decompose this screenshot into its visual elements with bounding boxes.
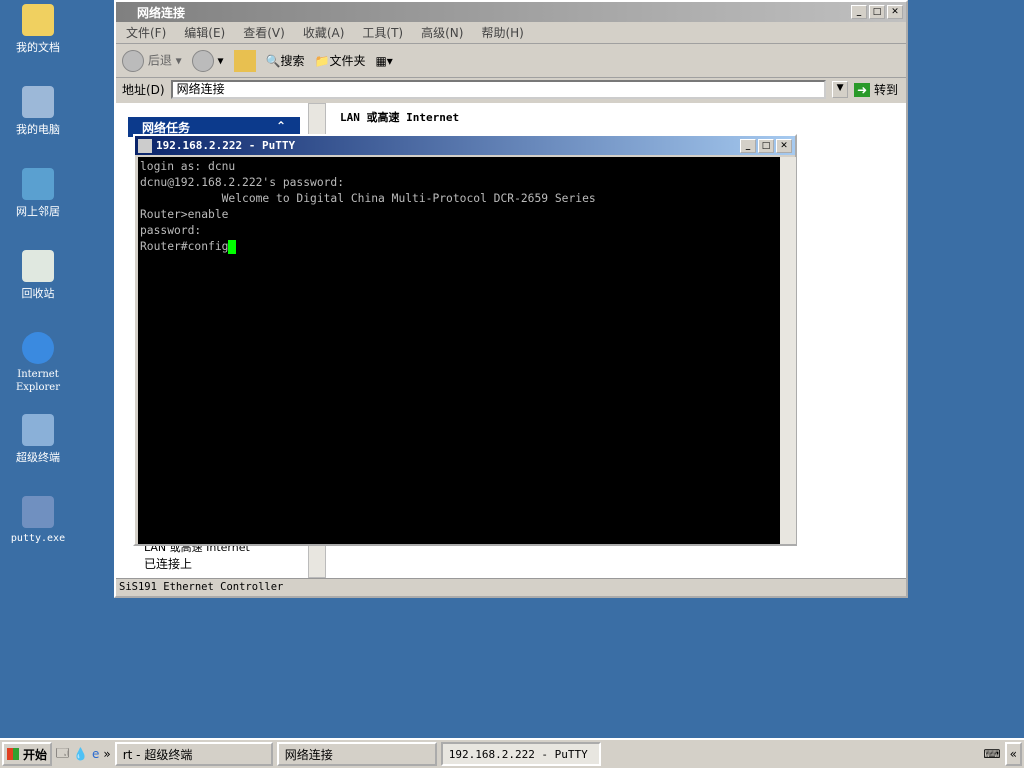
menu-edit[interactable]: 编辑(E) — [184, 24, 225, 41]
taskbar-item-hyperterminal[interactable]: rt - 超级终端 — [114, 742, 273, 766]
desktop-icon-network[interactable]: 网上邻居 — [4, 168, 72, 219]
terminal-prompt: Router#config — [140, 240, 229, 253]
window-title: 网络连接 — [137, 5, 186, 20]
terminal[interactable]: login as: dcnu dcnu@192.168.2.222's passw… — [138, 157, 780, 544]
go-button[interactable]: ➜ 转到 — [854, 81, 906, 98]
terminal-line: password: — [140, 224, 202, 237]
terminal-line: login as: dcnu — [140, 160, 236, 173]
dropdown-button[interactable]: ▼ — [832, 81, 849, 98]
quick-launch-ie-icon[interactable]: e — [92, 747, 99, 761]
label: Internet Explorer — [15, 369, 61, 393]
address-input[interactable]: 网络连接 — [170, 80, 827, 99]
window-title: 192.168.2.222 - PuTTY — [156, 139, 296, 152]
terminal-line: Welcome to Digital China Multi-Protocol … — [140, 192, 596, 205]
minimize-button[interactable]: _ — [740, 138, 756, 153]
desktop-icon-recycle-bin[interactable]: 回收站 — [4, 250, 72, 301]
recycle-bin-icon — [22, 250, 54, 282]
close-button[interactable]: ✕ — [776, 138, 792, 153]
cursor — [228, 240, 237, 254]
ie-icon — [22, 332, 54, 364]
network-icon — [22, 168, 54, 200]
views-button[interactable]: ▦▾ — [375, 54, 392, 68]
terminal-line: dcnu@192.168.2.222's password: — [140, 176, 345, 189]
menu-bar: 文件(F) 编辑(E) 查看(V) 收藏(A) 工具(T) 高级(N) 帮助(H) — [116, 22, 906, 44]
toolbar: 后退 ▾ ▾ 🔍搜索 📁文件夹 ▦▾ — [116, 44, 906, 78]
desktop-icon-putty[interactable]: putty.exe — [4, 496, 72, 544]
computer-icon — [22, 86, 54, 118]
folders-button[interactable]: 📁文件夹 — [315, 52, 366, 69]
keyboard-icon[interactable]: ⌨ — [983, 747, 1000, 761]
label: putty.exe — [10, 533, 66, 544]
terminal-line: Router>enable — [140, 208, 229, 221]
desktop-icon-ie[interactable]: Internet Explorer — [4, 332, 72, 393]
up-folder-icon[interactable] — [233, 49, 256, 72]
tray-expand-button[interactable]: « — [1004, 742, 1022, 766]
desktop-icon-hyperterminal[interactable]: 超级终端 — [4, 414, 72, 465]
putty-titlebar[interactable]: 192.168.2.222 - PuTTY _ □ ✕ — [135, 136, 795, 155]
quick-launch-icon[interactable]: 💧 — [73, 747, 88, 761]
maximize-button[interactable]: □ — [758, 138, 774, 153]
address-label: 地址(D) — [122, 83, 165, 97]
desktop-icon-my-computer[interactable]: 我的电脑 — [4, 86, 72, 137]
putty-icon — [138, 138, 152, 153]
minimize-button[interactable]: _ — [851, 5, 867, 19]
terminal-scrollbar[interactable] — [780, 157, 796, 544]
forward-arrow-icon — [191, 49, 214, 72]
putty-icon — [22, 496, 54, 528]
menu-favorites[interactable]: 收藏(A) — [303, 24, 345, 41]
menu-view[interactable]: 查看(V) — [243, 24, 285, 41]
menu-help[interactable]: 帮助(H) — [481, 24, 523, 41]
forward-button[interactable]: ▾ — [191, 49, 224, 72]
folder-icon — [22, 4, 54, 36]
explorer-titlebar[interactable]: 网络连接 _ □ ✕ — [116, 2, 906, 22]
maximize-button[interactable]: □ — [869, 5, 885, 19]
quick-launch-desktop-icon[interactable]: 🗔 — [56, 744, 69, 765]
status-bar: SiS191 Ethernet Controller — [116, 578, 906, 596]
desktop-icon-my-documents[interactable]: 我的文档 — [4, 4, 72, 55]
start-button[interactable]: 开始 — [2, 742, 53, 766]
back-arrow-icon — [122, 49, 144, 72]
taskbar-item-putty[interactable]: 192.168.2.222 - PuTTY — [440, 742, 601, 766]
menu-file[interactable]: 文件(F) — [126, 24, 166, 41]
putty-window: 192.168.2.222 - PuTTY _ □ ✕ login as: dcnu… — [133, 134, 797, 546]
label: 回收站 — [21, 287, 55, 300]
hyperterminal-icon — [22, 414, 54, 446]
address-bar: 地址(D) 网络连接 ▼ ➜ 转到 — [116, 78, 906, 101]
label: 超级终端 — [16, 451, 60, 464]
windows-logo-icon — [7, 748, 19, 760]
taskbar-item-network[interactable]: 网络连接 — [276, 742, 437, 766]
taskbar: 开始 🗔 💧 e » rt - 超级终端 网络连接 192.168.2.222 - … — [0, 738, 1024, 768]
label: 我的电脑 — [16, 123, 60, 136]
connection-status: 已连接上 — [144, 557, 193, 571]
menu-advanced[interactable]: 高级(N) — [421, 24, 463, 41]
menu-tools[interactable]: 工具(T) — [362, 24, 403, 41]
close-button[interactable]: ✕ — [887, 5, 903, 19]
quick-launch-more[interactable]: » — [103, 747, 110, 761]
group-header: LAN 或高速 Internet — [340, 111, 460, 124]
label: 网上邻居 — [16, 205, 60, 218]
back-button[interactable]: 后退 ▾ — [122, 49, 182, 72]
label: 我的文档 — [16, 41, 60, 54]
search-button[interactable]: 🔍搜索 — [266, 52, 305, 69]
